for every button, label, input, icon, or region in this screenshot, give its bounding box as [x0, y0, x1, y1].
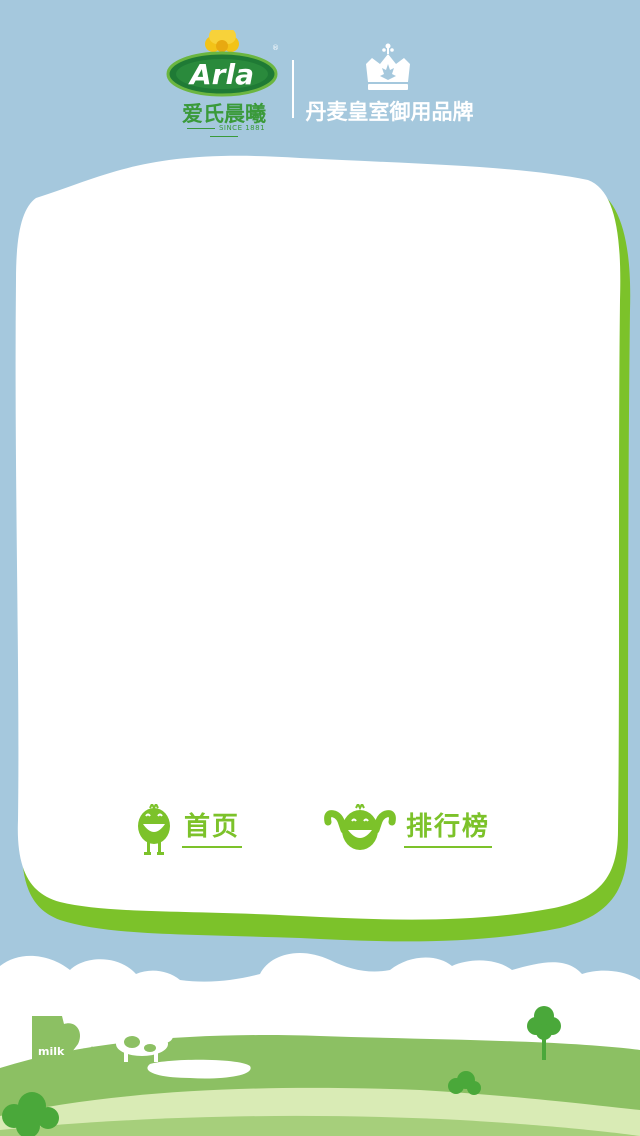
arla-wordmark: Arla [188, 58, 254, 91]
milk-label: milk [38, 1045, 65, 1058]
smiling-mascot-icon [134, 804, 174, 856]
crown-icon [358, 42, 418, 94]
home-nav-label: 首页 [182, 812, 243, 848]
header: Arla ® 爱氏晨曦 SINCE 1881 丹麦皇室御用品牌 [0, 0, 640, 160]
since-tagline: SINCE 1881 [174, 124, 274, 140]
ranking-nav-button[interactable]: 排行榜 [324, 804, 493, 856]
royal-brand-text: 丹麦皇室御用品牌 [305, 100, 474, 124]
card-content-area [40, 200, 600, 780]
ranking-nav-label: 排行榜 [404, 812, 493, 848]
header-divider [292, 60, 294, 118]
landscape-illustration: milk [0, 940, 640, 1136]
flexing-mascot-icon [324, 804, 396, 856]
home-nav-button[interactable]: 首页 [134, 804, 243, 856]
bottom-nav: 首页 排行榜 [0, 804, 640, 864]
svg-text:®: ® [272, 44, 279, 52]
